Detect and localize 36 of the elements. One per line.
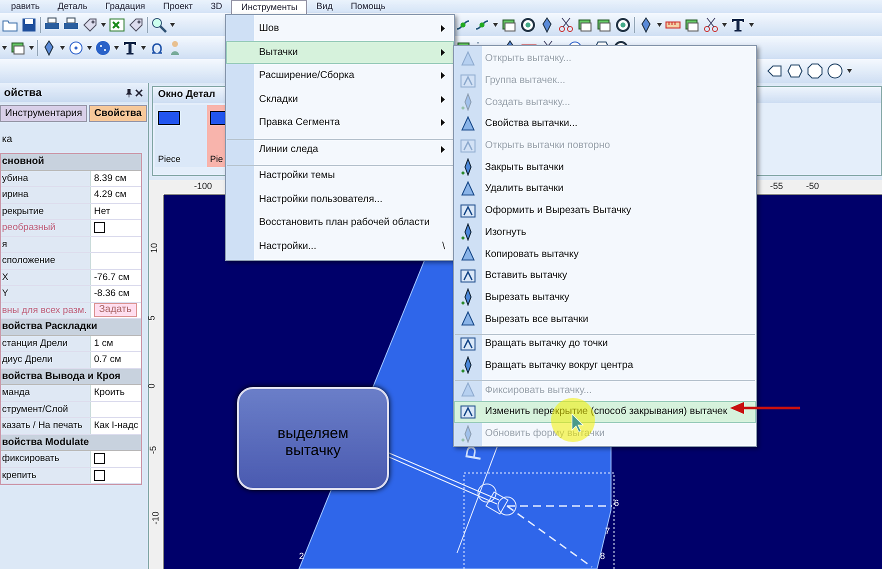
property-name: фиксировать [1,451,91,466]
property-name: я [1,236,91,252]
property-name: казать / На печать [1,418,91,434]
callout-box: выделяем вытачку [237,387,389,490]
property-name: убина [1,170,91,186]
property-section-header: войства Modulate [1,434,141,451]
property-section-header: войства Вывода и Кроя [1,368,141,385]
panel-title: ойства [4,86,43,98]
property-name: X [1,270,91,285]
property-name: диус Дрели [1,352,91,368]
property-name: манда [1,385,91,400]
property-name: реобразный [1,220,91,236]
ruler-label: -10 [150,512,160,524]
ruler-label: 5 [146,316,156,320]
property-name: ирина [1,187,91,202]
ruler-label: -100 [194,181,212,191]
shortcut-key: \ [442,240,445,252]
property-name: сположение [1,253,91,268]
ruler-label: 0 [146,384,156,388]
property-name: станция Дрели [1,336,91,351]
point-number: 2 [299,551,304,561]
ruler-label: -55 [770,181,784,191]
property-name: рекрытие [1,204,91,219]
object-label: ка [1,133,14,147]
point-number: 6 [614,498,620,508]
point-number: 8 [600,551,606,561]
ruler-label: 10 [149,243,159,253]
ruler-label: -50 [806,181,820,191]
property-name: струмент/Слой [1,402,91,417]
property-name: Y [1,286,91,302]
property-section-header: сновной [1,154,141,170]
property-name: вны для всех разм. [1,302,91,318]
ruler-label: -5 [148,446,158,454]
piece-label: P [460,444,488,462]
property-name: крепить [1,468,91,483]
property-section-header: войства Раскладки [1,319,141,336]
